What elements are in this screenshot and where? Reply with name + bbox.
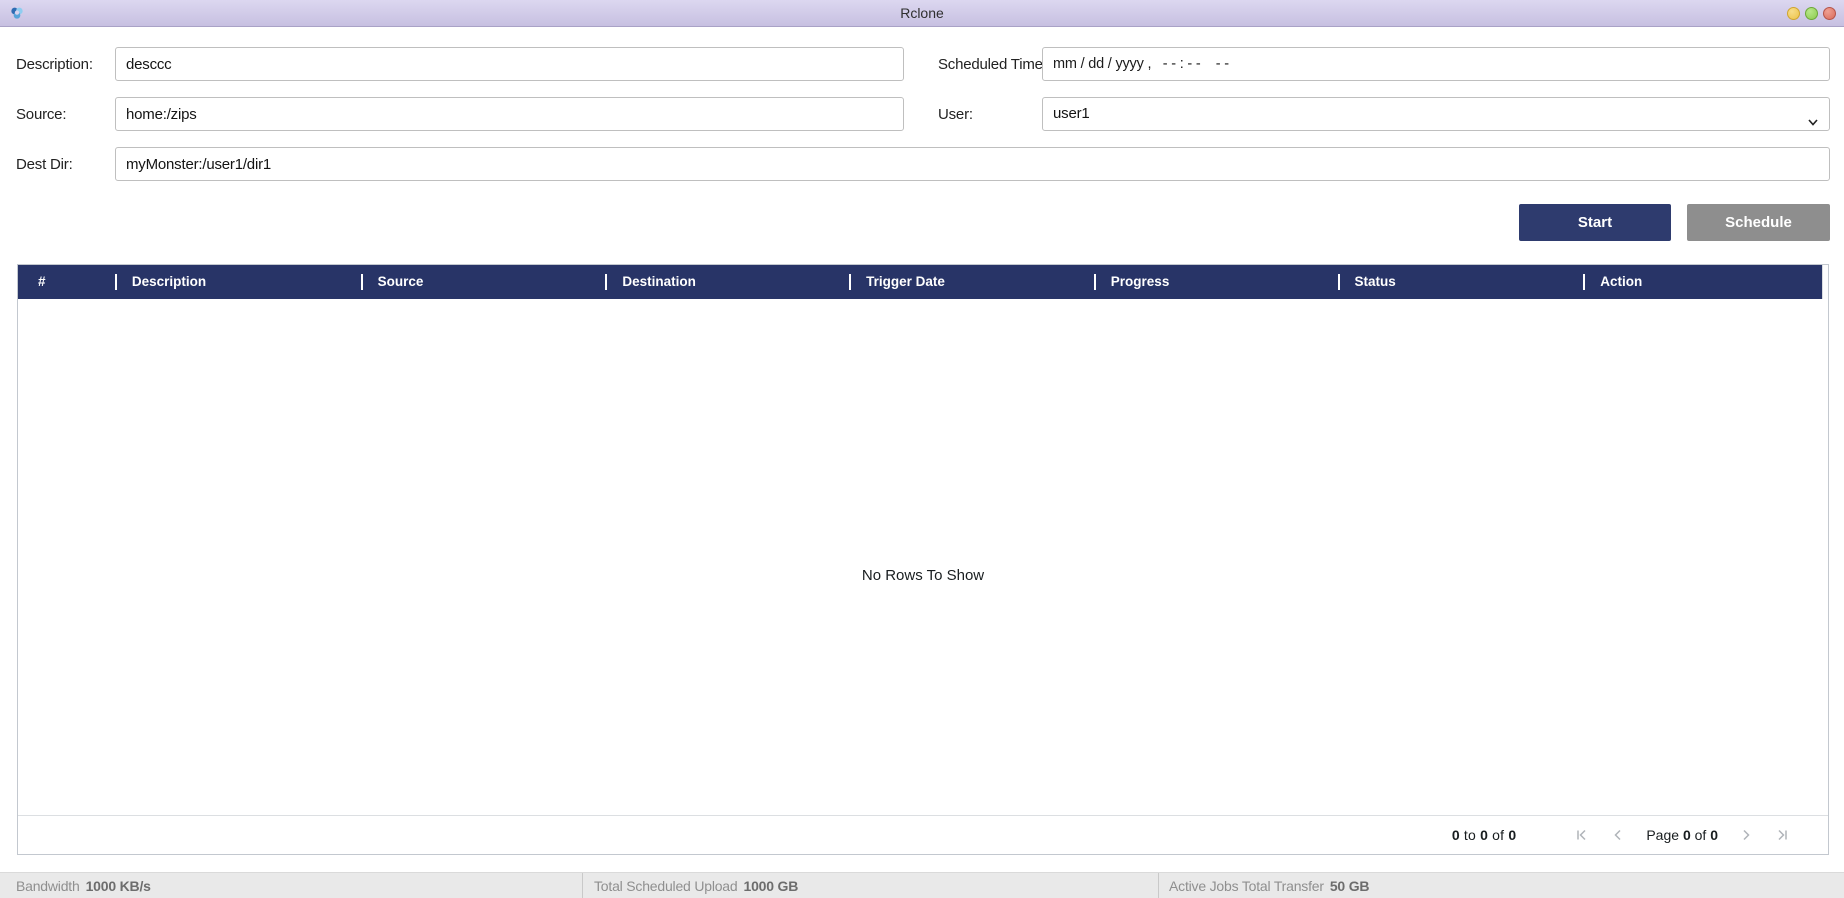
status-section-active-jobs: Active Jobs Total Transfer 50 GB bbox=[1158, 873, 1844, 898]
rclone-window: Rclone Description: Scheduled Time: mm /… bbox=[0, 0, 1844, 898]
scheduled-time-label: Scheduled Time: bbox=[938, 56, 1047, 73]
user-select-value: user1 bbox=[1053, 105, 1090, 122]
scheduled-time-input[interactable]: mm / dd / yyyy , - - : - - - - bbox=[1042, 47, 1830, 81]
active-jobs-label: Active Jobs Total Transfer bbox=[1169, 878, 1324, 894]
dest-dir-input[interactable] bbox=[115, 147, 1830, 181]
row-range-start: 0 bbox=[1451, 827, 1460, 843]
schedule-button[interactable]: Schedule bbox=[1687, 204, 1830, 241]
row-range-total: 0 bbox=[1508, 827, 1517, 843]
header-cell-source[interactable]: Source bbox=[360, 265, 606, 299]
header-cell-action[interactable]: Action bbox=[1583, 265, 1822, 299]
previous-page-button[interactable] bbox=[1609, 826, 1627, 844]
scheduled-upload-label: Total Scheduled Upload bbox=[594, 878, 738, 894]
page-label: Page bbox=[1646, 827, 1680, 843]
status-section-scheduled-upload: Total Scheduled Upload 1000 GB bbox=[582, 873, 1158, 898]
next-page-button[interactable] bbox=[1737, 826, 1755, 844]
maximize-button[interactable] bbox=[1805, 7, 1818, 20]
row-range-summary: 0 to 0 of 0 bbox=[1452, 827, 1517, 843]
header-cell-trigger-date[interactable]: Trigger Date bbox=[849, 265, 1094, 299]
description-label: Description: bbox=[16, 56, 93, 73]
chevron-right-icon bbox=[1743, 829, 1750, 841]
header-cell-number[interactable]: # bbox=[18, 265, 115, 299]
window-title: Rclone bbox=[900, 5, 944, 21]
header-cell-destination[interactable]: Destination bbox=[605, 265, 849, 299]
source-label: Source: bbox=[16, 106, 67, 123]
page-current: 0 bbox=[1682, 827, 1691, 843]
description-input[interactable] bbox=[115, 47, 904, 81]
titlebar: Rclone bbox=[0, 0, 1844, 27]
dest-dir-label: Dest Dir: bbox=[16, 156, 73, 173]
row-range-of-label: of bbox=[1492, 827, 1505, 843]
jobs-table: # Description Source Destination Trigger… bbox=[17, 264, 1829, 855]
status-section-bandwidth: Bandwidth 1000 KB/s bbox=[0, 873, 582, 898]
user-select[interactable]: user1 bbox=[1042, 97, 1830, 131]
empty-rows-message: No Rows To Show bbox=[861, 567, 985, 584]
page-indicator: Page 0 of 0 bbox=[1646, 827, 1718, 843]
page-total: 0 bbox=[1710, 827, 1718, 843]
last-page-button[interactable] bbox=[1773, 826, 1791, 844]
chevron-left-icon bbox=[1614, 829, 1621, 841]
start-button[interactable]: Start bbox=[1519, 204, 1671, 241]
minimize-button[interactable] bbox=[1787, 7, 1800, 20]
active-jobs-value: 50 GB bbox=[1329, 878, 1370, 894]
bandwidth-value: 1000 KB/s bbox=[85, 878, 151, 894]
header-cell-status[interactable]: Status bbox=[1337, 265, 1584, 299]
page-of-label: of bbox=[1694, 827, 1707, 843]
table-body: No Rows To Show bbox=[18, 299, 1828, 815]
row-range-to-label: to bbox=[1463, 827, 1476, 843]
last-page-icon bbox=[1778, 829, 1787, 841]
header-cell-description[interactable]: Description bbox=[114, 265, 361, 299]
table-header: # Description Source Destination Trigger… bbox=[18, 265, 1822, 299]
pagination-bar: 0 to 0 of 0 Page 0 of 0 bbox=[18, 815, 1828, 854]
bandwidth-label: Bandwidth bbox=[16, 878, 80, 894]
scheduled-upload-value: 1000 GB bbox=[743, 878, 799, 894]
chevron-down-icon bbox=[1807, 108, 1819, 140]
header-cell-progress[interactable]: Progress bbox=[1093, 265, 1338, 299]
first-page-button[interactable] bbox=[1573, 826, 1591, 844]
window-controls bbox=[1787, 7, 1836, 20]
row-range-end: 0 bbox=[1480, 827, 1489, 843]
source-input[interactable] bbox=[115, 97, 904, 131]
first-page-icon bbox=[1577, 829, 1586, 841]
user-label: User: bbox=[938, 106, 973, 123]
header-scrollbar-spacer bbox=[1822, 265, 1828, 299]
close-button[interactable] bbox=[1823, 7, 1836, 20]
status-bar: Bandwidth 1000 KB/s Total Scheduled Uplo… bbox=[0, 872, 1844, 898]
